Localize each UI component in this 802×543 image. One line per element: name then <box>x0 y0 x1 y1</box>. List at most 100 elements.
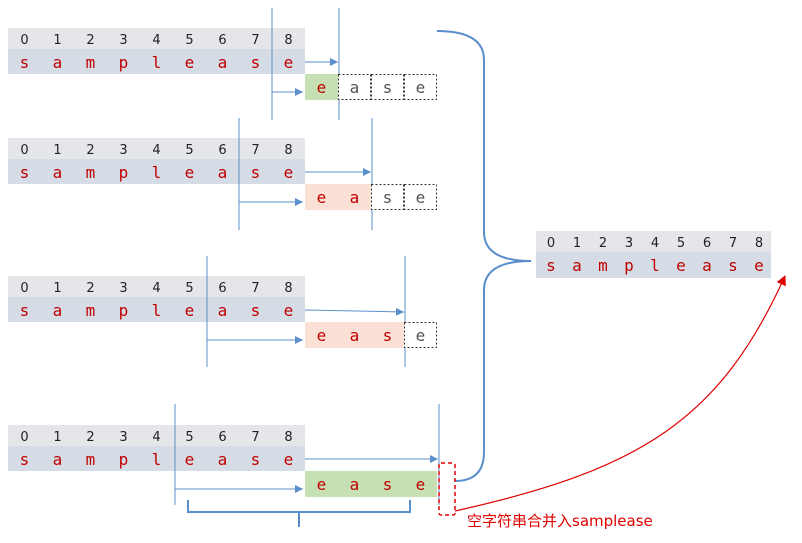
index-label: 6 <box>218 143 226 158</box>
result-char-label: a <box>572 256 582 275</box>
index-label: 3 <box>119 281 127 296</box>
index-label: 5 <box>185 430 193 445</box>
char-label: s <box>20 53 30 72</box>
index-label: 0 <box>20 281 28 296</box>
diagram-row-3: 0 1 2 3 4 5 6 7 8 s a m p l e a s e e a s e <box>8 256 437 367</box>
result-index-label: 8 <box>755 236 763 251</box>
result-char-label: s <box>546 256 556 275</box>
match-char: s <box>383 475 393 494</box>
char-label: s <box>251 163 261 182</box>
char-label: p <box>119 53 129 72</box>
index-label: 0 <box>20 143 28 158</box>
index-label: 8 <box>284 430 292 445</box>
char-label: l <box>152 450 162 469</box>
result-index-label: 0 <box>547 236 555 251</box>
char-label: l <box>152 163 162 182</box>
index-label: 7 <box>251 430 259 445</box>
char-label: m <box>86 301 96 320</box>
result-index-label: 3 <box>625 236 633 251</box>
result-char-label: l <box>650 256 660 275</box>
char-label: a <box>218 163 228 182</box>
char-label: e <box>284 450 294 469</box>
result-char-label: p <box>624 256 634 275</box>
result-index-label: 2 <box>599 236 607 251</box>
index-label: 3 <box>119 143 127 158</box>
match-char: e <box>416 475 426 494</box>
result-char-label: e <box>754 256 764 275</box>
index-label: 3 <box>119 430 127 445</box>
pending-char: e <box>416 326 426 345</box>
char-label: a <box>218 301 228 320</box>
result-index-label: 5 <box>677 236 685 251</box>
index-label: 2 <box>86 143 94 158</box>
char-label: s <box>20 450 30 469</box>
char-label: e <box>185 301 195 320</box>
pending-char: s <box>383 78 393 97</box>
match-char: s <box>383 326 393 345</box>
result-index-label: 7 <box>729 236 737 251</box>
match-char: a <box>350 326 360 345</box>
char-label: e <box>185 53 195 72</box>
index-label: 0 <box>20 430 28 445</box>
char-label: e <box>284 301 294 320</box>
index-label: 1 <box>53 143 61 158</box>
char-label: e <box>185 450 195 469</box>
index-label: 2 <box>86 281 94 296</box>
diagram-root: 0 1 2 3 4 5 6 7 8s a m p l e a s ee a s e0 1 2 3 4 5 6 7 8s a m p l e a s e… <box>8 8 786 530</box>
match-char: a <box>350 475 360 494</box>
diagram-row-1: 0 1 2 3 4 5 6 7 8 s a m p l e a s e e a s e <box>8 8 437 120</box>
index-label: 1 <box>53 281 61 296</box>
char-label: e <box>284 53 294 72</box>
index-label: 6 <box>218 281 226 296</box>
match-char: e <box>317 78 327 97</box>
pending-char: e <box>416 188 426 207</box>
result-char-label: a <box>702 256 712 275</box>
index-label: 8 <box>284 281 292 296</box>
diagram-canvas: 0 1 2 3 4 5 6 7 8s a m p l e a s ee a s e0 1 2 3 4 5 6 7 8s a m p l e a s e… <box>8 8 786 530</box>
match-block <box>305 184 371 210</box>
index-label: 5 <box>185 281 193 296</box>
match-char: e <box>317 188 327 207</box>
result-char-label: m <box>598 256 608 275</box>
pending-char: e <box>416 78 426 97</box>
char-label: s <box>20 163 30 182</box>
char-label: s <box>251 450 261 469</box>
merge-arrow <box>454 275 786 512</box>
diagram-row-4: 0 1 2 3 4 5 6 7 8 s a m p l e a s e e a s e <box>8 404 440 505</box>
index-label: 4 <box>152 430 160 445</box>
annotation-label: 空字符串合并入samplease <box>467 512 653 530</box>
char-label: s <box>20 301 30 320</box>
char-label: a <box>218 53 228 72</box>
char-label: p <box>119 450 129 469</box>
char-label: s <box>251 53 261 72</box>
index-label: 4 <box>152 33 160 48</box>
char-label: p <box>119 301 129 320</box>
match-char: e <box>317 475 327 494</box>
char-label: e <box>185 163 195 182</box>
empty-string-box <box>438 462 456 516</box>
match-char: a <box>350 188 360 207</box>
result-index-label: 1 <box>573 236 581 251</box>
char-label: m <box>86 450 96 469</box>
char-label: a <box>53 450 63 469</box>
pending-char: s <box>383 188 393 207</box>
index-label: 2 <box>86 33 94 48</box>
index-label: 7 <box>251 143 259 158</box>
pending-char: a <box>350 78 360 97</box>
diagram-row-2: 0 1 2 3 4 5 6 7 8 s a m p l e a s e e a s e <box>8 118 437 230</box>
char-label: l <box>152 301 162 320</box>
index-label: 4 <box>152 281 160 296</box>
char-label: s <box>251 301 261 320</box>
index-label: 5 <box>185 33 193 48</box>
result-index-label: 4 <box>651 236 659 251</box>
index-label: 8 <box>284 33 292 48</box>
bottom-bracket <box>187 500 411 513</box>
char-label: l <box>152 53 162 72</box>
index-label: 5 <box>185 143 193 158</box>
prefix-arrow <box>304 307 405 316</box>
char-label: m <box>86 53 96 72</box>
char-label: a <box>53 163 63 182</box>
result-char-label: e <box>676 256 686 275</box>
index-label: 2 <box>86 430 94 445</box>
index-label: 6 <box>218 430 226 445</box>
